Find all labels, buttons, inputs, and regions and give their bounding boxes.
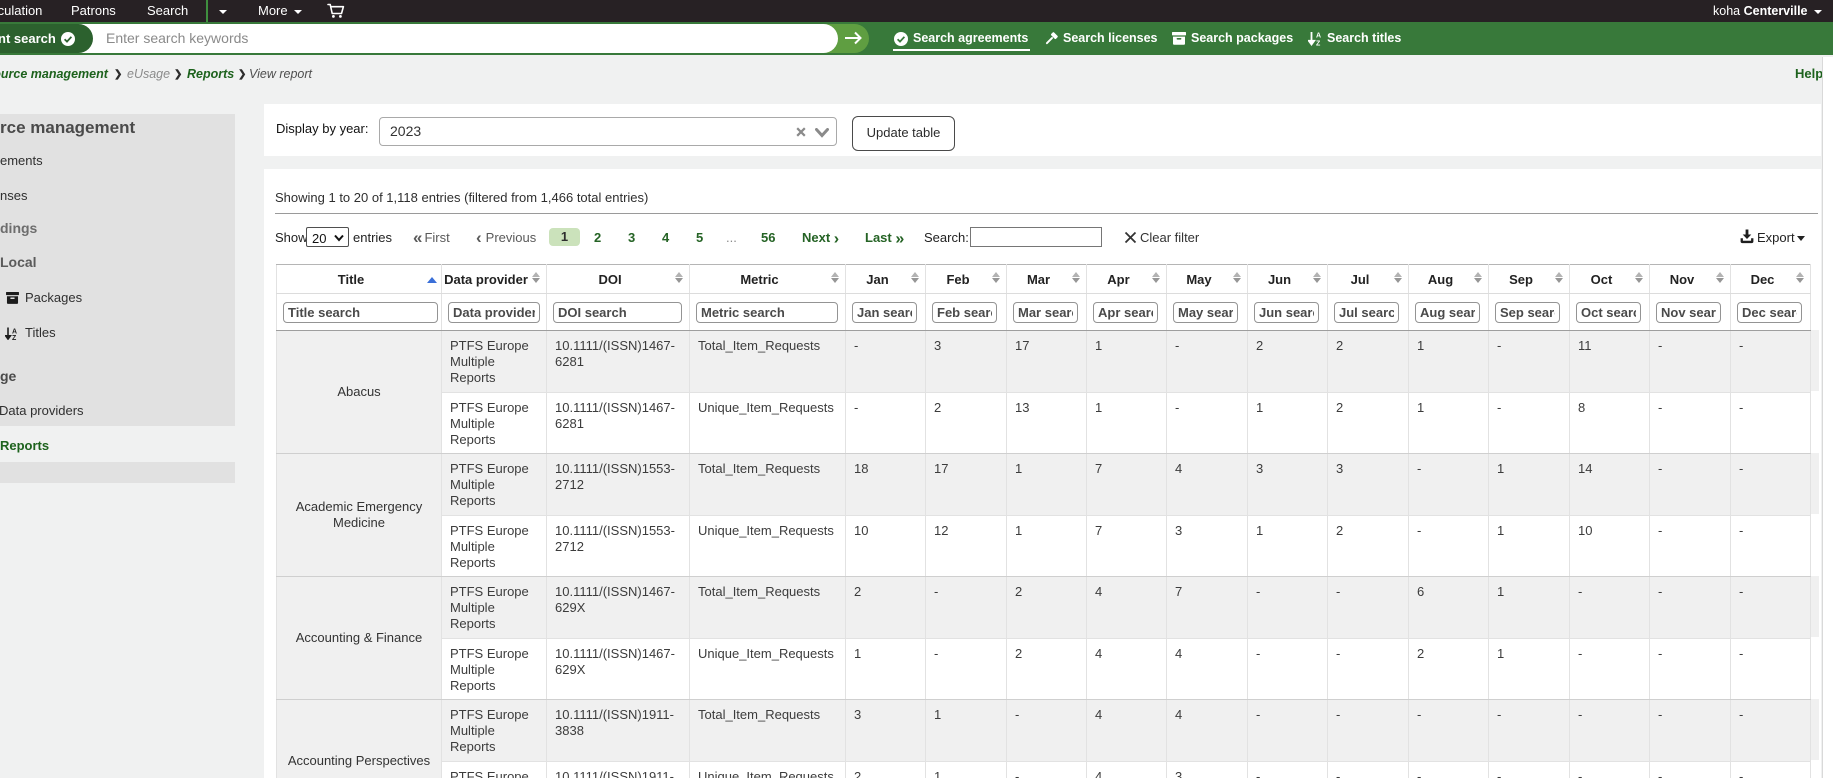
svg-text:A: A bbox=[1316, 33, 1321, 40]
svg-text:Z: Z bbox=[12, 335, 17, 340]
svg-text:Z: Z bbox=[1316, 41, 1321, 47]
